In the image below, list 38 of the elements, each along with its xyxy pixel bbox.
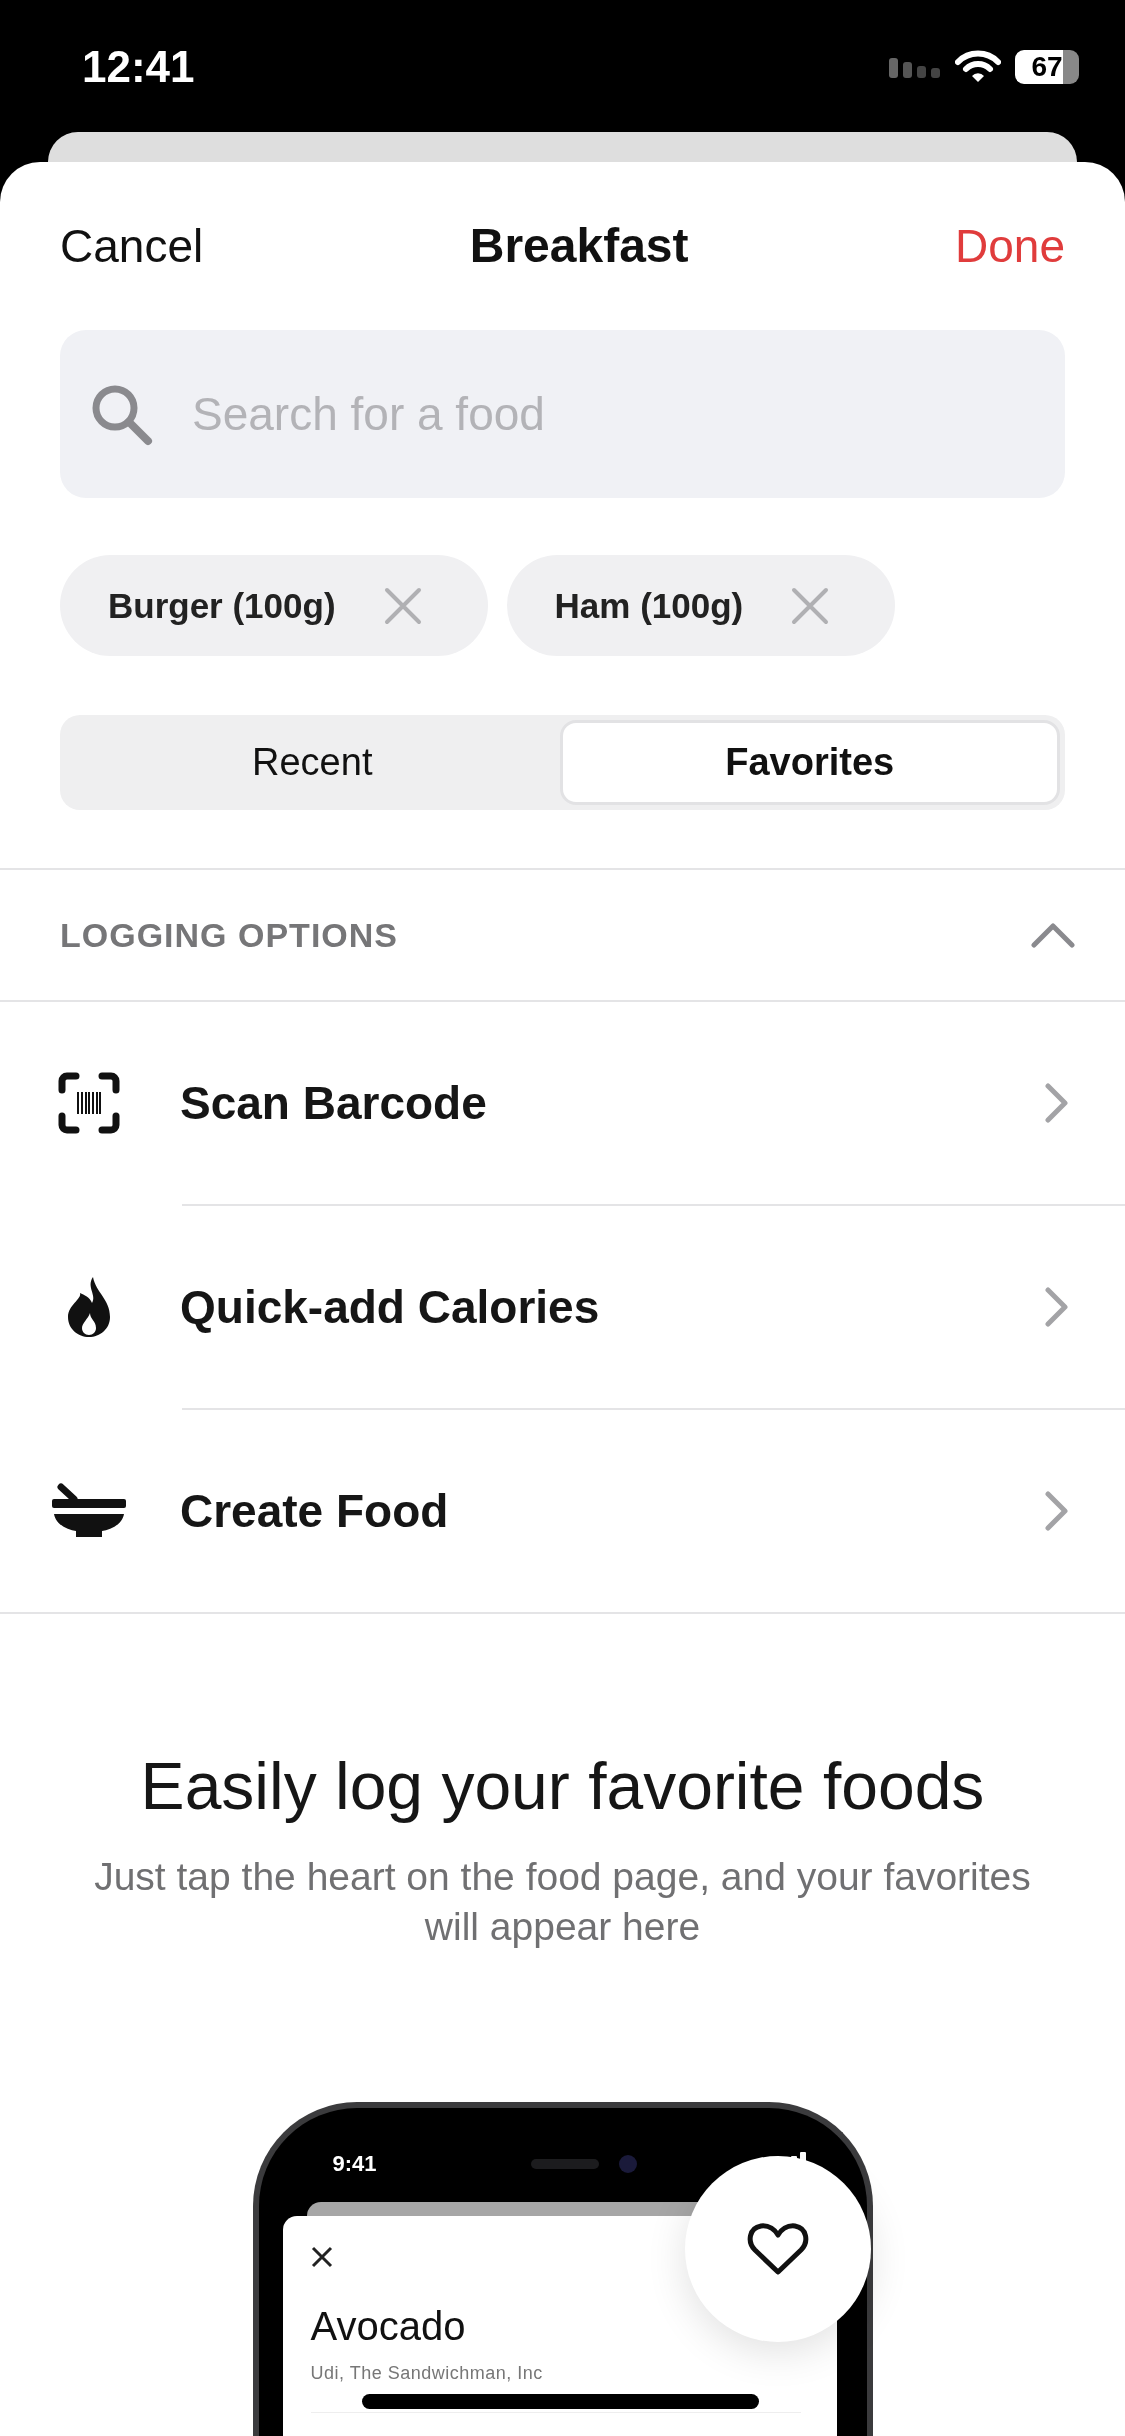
option-label: Quick-add Calories	[180, 1280, 601, 1334]
bowl-icon	[52, 1483, 126, 1539]
remove-icon[interactable]	[383, 586, 422, 625]
chip-label: Ham (100g)	[554, 585, 744, 626]
chevron-right-icon	[1045, 1287, 1069, 1327]
food-brand: Udi, The Sandwichman, Inc	[310, 2363, 543, 2384]
speaker-grille	[530, 2159, 599, 2169]
option-row[interactable]: Quick-add Calories	[0, 1206, 1125, 1408]
food-chip[interactable]: Ham (100g)	[506, 555, 896, 656]
segment-tab[interactable]: Favorites	[559, 720, 1060, 805]
search-field[interactable]: Search for a food	[60, 330, 1065, 498]
chevron-right-icon	[1045, 1083, 1069, 1123]
section-title: LOGGING OPTIONS	[60, 915, 399, 955]
phone-time: 9:41	[332, 2151, 377, 2177]
chip-label: Burger (100g)	[108, 585, 336, 626]
battery-icon: 67	[1015, 50, 1079, 84]
chevron-icon	[1031, 922, 1075, 948]
status-time: 12:41	[82, 42, 195, 92]
segment-tab[interactable]: Recent	[65, 720, 560, 805]
barcode-scan-icon	[58, 1072, 120, 1134]
remove-icon[interactable]	[791, 586, 830, 625]
option-label: Scan Barcode	[180, 1076, 488, 1130]
chevron-right-icon	[1045, 1491, 1069, 1531]
food-name: Avocado	[310, 2304, 466, 2349]
food-chip[interactable]: Burger (100g)	[60, 555, 488, 656]
empty-state-title: Easily log your favorite foods	[139, 1748, 986, 1825]
empty-state-message: Just tap the heart on the food page, and your favorites will appear here	[93, 1854, 1032, 1950]
option-row[interactable]: Scan Barcode	[0, 1002, 1125, 1204]
camera-lens	[618, 2155, 637, 2173]
option-row[interactable]: Create Food	[0, 1410, 1125, 1612]
section-header[interactable]: LOGGING OPTIONS	[0, 870, 1125, 1000]
screen-title: Breakfast	[469, 218, 689, 274]
wifi-icon	[955, 50, 1001, 84]
flame-icon	[66, 1277, 112, 1337]
close-icon	[310, 2246, 333, 2268]
done-button[interactable]: Done	[955, 216, 1065, 276]
cancel-button[interactable]: Cancel	[60, 216, 204, 276]
option-label: Create Food	[180, 1484, 450, 1538]
